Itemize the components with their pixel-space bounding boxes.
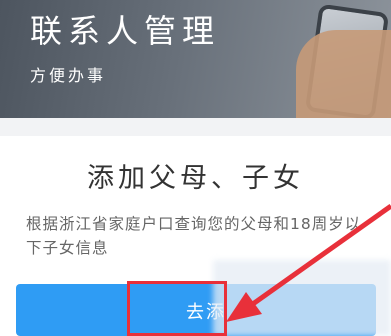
highlight-box	[127, 281, 227, 336]
blurred-overlay	[213, 260, 391, 336]
header-banner: 联系人管理 方便办事	[0, 0, 391, 118]
hand-image	[296, 30, 391, 118]
page-title: 联系人管理	[30, 12, 221, 50]
page-subtitle: 方便办事	[30, 66, 107, 85]
card-title: 添加父母、子女	[87, 163, 304, 194]
card-description: 根据浙江省家庭户口查询您的父母和18周岁以下子女信息	[26, 215, 362, 257]
